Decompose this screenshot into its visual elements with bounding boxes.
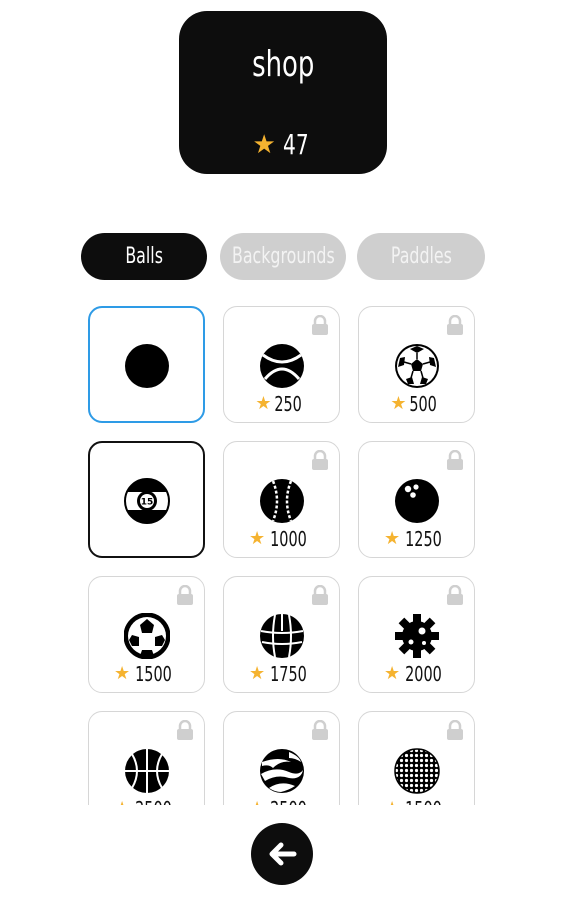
item-basketball[interactable]: ★ 2500	[88, 711, 205, 805]
item-tennis-ball[interactable]: ★ 250	[223, 306, 340, 423]
star-icon: ★	[252, 130, 276, 160]
lock-icon	[177, 720, 193, 740]
lock-icon	[177, 585, 193, 605]
star-icon: ★	[248, 663, 266, 684]
item-baseball[interactable]: ★ 1000	[223, 441, 340, 558]
category-tabs: Balls Backgrounds Paddles	[81, 233, 485, 281]
volleyball-icon	[259, 614, 304, 658]
price-tag: ★ 1000	[248, 527, 307, 551]
lock-icon	[447, 450, 463, 470]
tab-balls[interactable]: Balls	[81, 233, 207, 280]
bowling-ball-icon	[394, 479, 439, 523]
lock-icon	[447, 585, 463, 605]
gear-ball-icon	[394, 614, 439, 658]
star-icon: ★	[248, 528, 266, 549]
tennis-ball-icon	[259, 344, 304, 388]
lock-icon	[312, 720, 328, 740]
price-tag: ★ 2500	[89, 798, 204, 805]
lock-icon	[312, 450, 328, 470]
price-tag: ★ 1500	[359, 798, 474, 805]
price-tag: ★ 2000	[383, 662, 442, 686]
plain-ball-icon	[124, 344, 169, 388]
lock-icon	[312, 315, 328, 335]
item-soccer-ball[interactable]: ★ 500	[358, 306, 475, 423]
shop-header-card: shop ★ 47	[179, 11, 387, 174]
star-icon: ★	[383, 528, 401, 549]
star-icon: ★	[390, 393, 407, 414]
item-golf-ball[interactable]: ★ 1500	[358, 711, 475, 805]
star-balance: ★ 47	[179, 130, 387, 160]
zebra-ball-icon	[259, 749, 304, 793]
price-tag: ★ 1250	[383, 527, 442, 551]
price-tag: ★ 1750	[248, 662, 307, 686]
star-icon: ★	[384, 799, 400, 806]
golf-ball-icon	[393, 748, 440, 794]
lock-icon	[447, 315, 463, 335]
price-tag: ★ 2500	[224, 798, 339, 805]
star-icon: ★	[113, 663, 131, 684]
basketball-icon	[124, 749, 169, 793]
tab-paddles[interactable]: Paddles	[357, 233, 485, 280]
page-title: shop	[251, 44, 315, 85]
tab-backgrounds[interactable]: Backgrounds	[220, 233, 346, 280]
lock-icon	[312, 585, 328, 605]
item-volleyball[interactable]: ★ 1750	[223, 576, 340, 693]
item-billiard-ball[interactable]: 15	[88, 441, 205, 558]
price-tag: ★ 500	[390, 392, 438, 416]
soccer-ball-icon	[394, 344, 439, 388]
svg-text:15: 15	[140, 498, 153, 508]
lock-icon	[447, 720, 463, 740]
star-icon: ★	[255, 393, 272, 414]
back-button[interactable]	[251, 823, 313, 885]
item-plain-ball[interactable]	[88, 306, 205, 423]
price-tag: ★ 1500	[113, 662, 172, 686]
billiard-ball-icon: 15	[123, 478, 170, 524]
item-bowling-ball[interactable]: ★ 1250	[358, 441, 475, 558]
item-football[interactable]: ★ 1500	[88, 576, 205, 693]
item-gear-ball[interactable]: ★ 2000	[358, 576, 475, 693]
item-zebra-ball[interactable]: ★ 2500	[223, 711, 340, 805]
price-tag: ★ 250	[255, 392, 303, 416]
item-grid[interactable]: ★ 250 ★ 500 15 ★ 1000 ★ 1250 ★ 1500 ★ 17…	[0, 296, 563, 805]
star-icon: ★	[114, 799, 130, 806]
baseball-icon	[259, 479, 304, 523]
star-icon: ★	[383, 663, 401, 684]
star-icon: ★	[249, 799, 265, 806]
football-icon	[123, 613, 170, 659]
arrow-left-icon	[269, 842, 297, 866]
star-count: 47	[282, 128, 309, 161]
